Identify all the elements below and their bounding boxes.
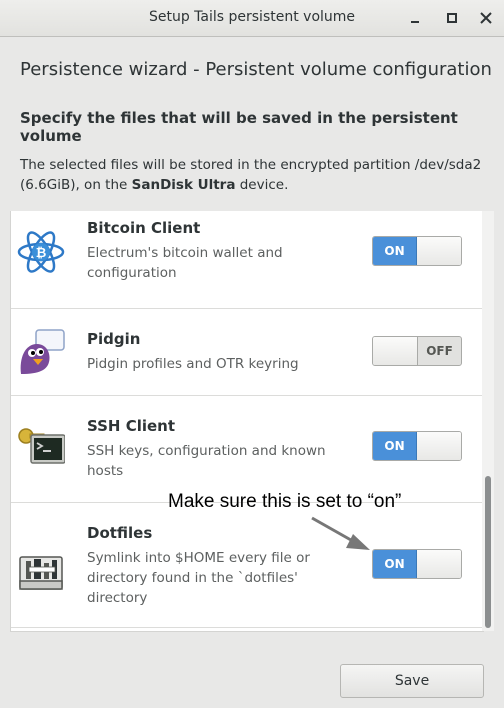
list-item-dotfiles: Dotfiles Symlink into $HOME every file o… (11, 502, 483, 628)
list-item-pidgin: Pidgin Pidgin profiles and OTR keyring O… (11, 308, 483, 396)
toggle-knob (373, 337, 418, 365)
description-line2-prefix: (6.6GiB), on the (20, 177, 132, 193)
feature-name: Bitcoin Client (87, 219, 201, 237)
toggle-state-label: ON (373, 432, 417, 460)
feature-description: SSH keys, configuration and known hosts (87, 443, 326, 479)
dotfiles-toggle[interactable]: ON (372, 549, 462, 579)
maximize-icon[interactable] (440, 6, 464, 30)
description-line2-suffix: device. (235, 177, 289, 193)
bitcoin-client-toggle[interactable]: ON (372, 236, 462, 266)
toggle-state-label: ON (373, 550, 417, 578)
persistence-feature-list[interactable]: ₿ Bitcoin Client Electrum's bitcoin wall… (10, 211, 484, 632)
annotation-text: Make sure this is set to “on” (168, 491, 402, 512)
scrollbar-thumb[interactable] (485, 476, 491, 628)
feature-name: Pidgin (87, 330, 141, 348)
toggle-knob (417, 432, 461, 460)
electrum-bitcoin-icon: ₿ (17, 228, 65, 276)
dotfiles-icon (17, 547, 65, 595)
save-button[interactable]: Save (340, 664, 484, 698)
title-bar: Setup Tails persistent volume (0, 0, 504, 37)
page-subtitle: Specify the files that will be saved in … (20, 109, 458, 145)
minimize-icon[interactable] (403, 6, 427, 30)
feature-description: Electrum's bitcoin wallet and configurat… (87, 245, 283, 281)
feature-name: Dotfiles (87, 524, 153, 542)
toggle-knob (417, 550, 461, 578)
list-item-ssh-client: SSH Client SSH keys, configuration and k… (11, 395, 483, 503)
ssh-client-toggle[interactable]: ON (372, 431, 462, 461)
close-icon[interactable] (474, 6, 498, 30)
feature-name: SSH Client (87, 417, 176, 435)
toggle-state-label: OFF (426, 344, 453, 358)
pidgin-toggle[interactable]: OFF (372, 336, 462, 366)
toggle-knob (417, 237, 461, 265)
scrollbar[interactable] (482, 211, 494, 631)
feature-description: Pidgin profiles and OTR keyring (87, 356, 299, 372)
window-title: Setup Tails persistent volume (148, 9, 356, 25)
page-title: Persistence wizard - Persistent volume c… (20, 59, 492, 80)
annotation-arrow-icon (311, 516, 370, 550)
list-item-bitcoin-client: ₿ Bitcoin Client Electrum's bitcoin wall… (11, 211, 483, 309)
pidgin-icon (17, 328, 65, 376)
feature-description: Symlink into $HOME every file or directo… (87, 550, 310, 606)
device-name: SanDisk Ultra (131, 177, 236, 193)
description-text: The selected files will be stored in the… (20, 155, 490, 195)
svg-text:₿: ₿ (36, 246, 47, 261)
toggle-state-label: ON (373, 237, 417, 265)
ssh-key-terminal-icon (17, 425, 66, 473)
description-line1: The selected files will be stored in the… (20, 157, 482, 173)
